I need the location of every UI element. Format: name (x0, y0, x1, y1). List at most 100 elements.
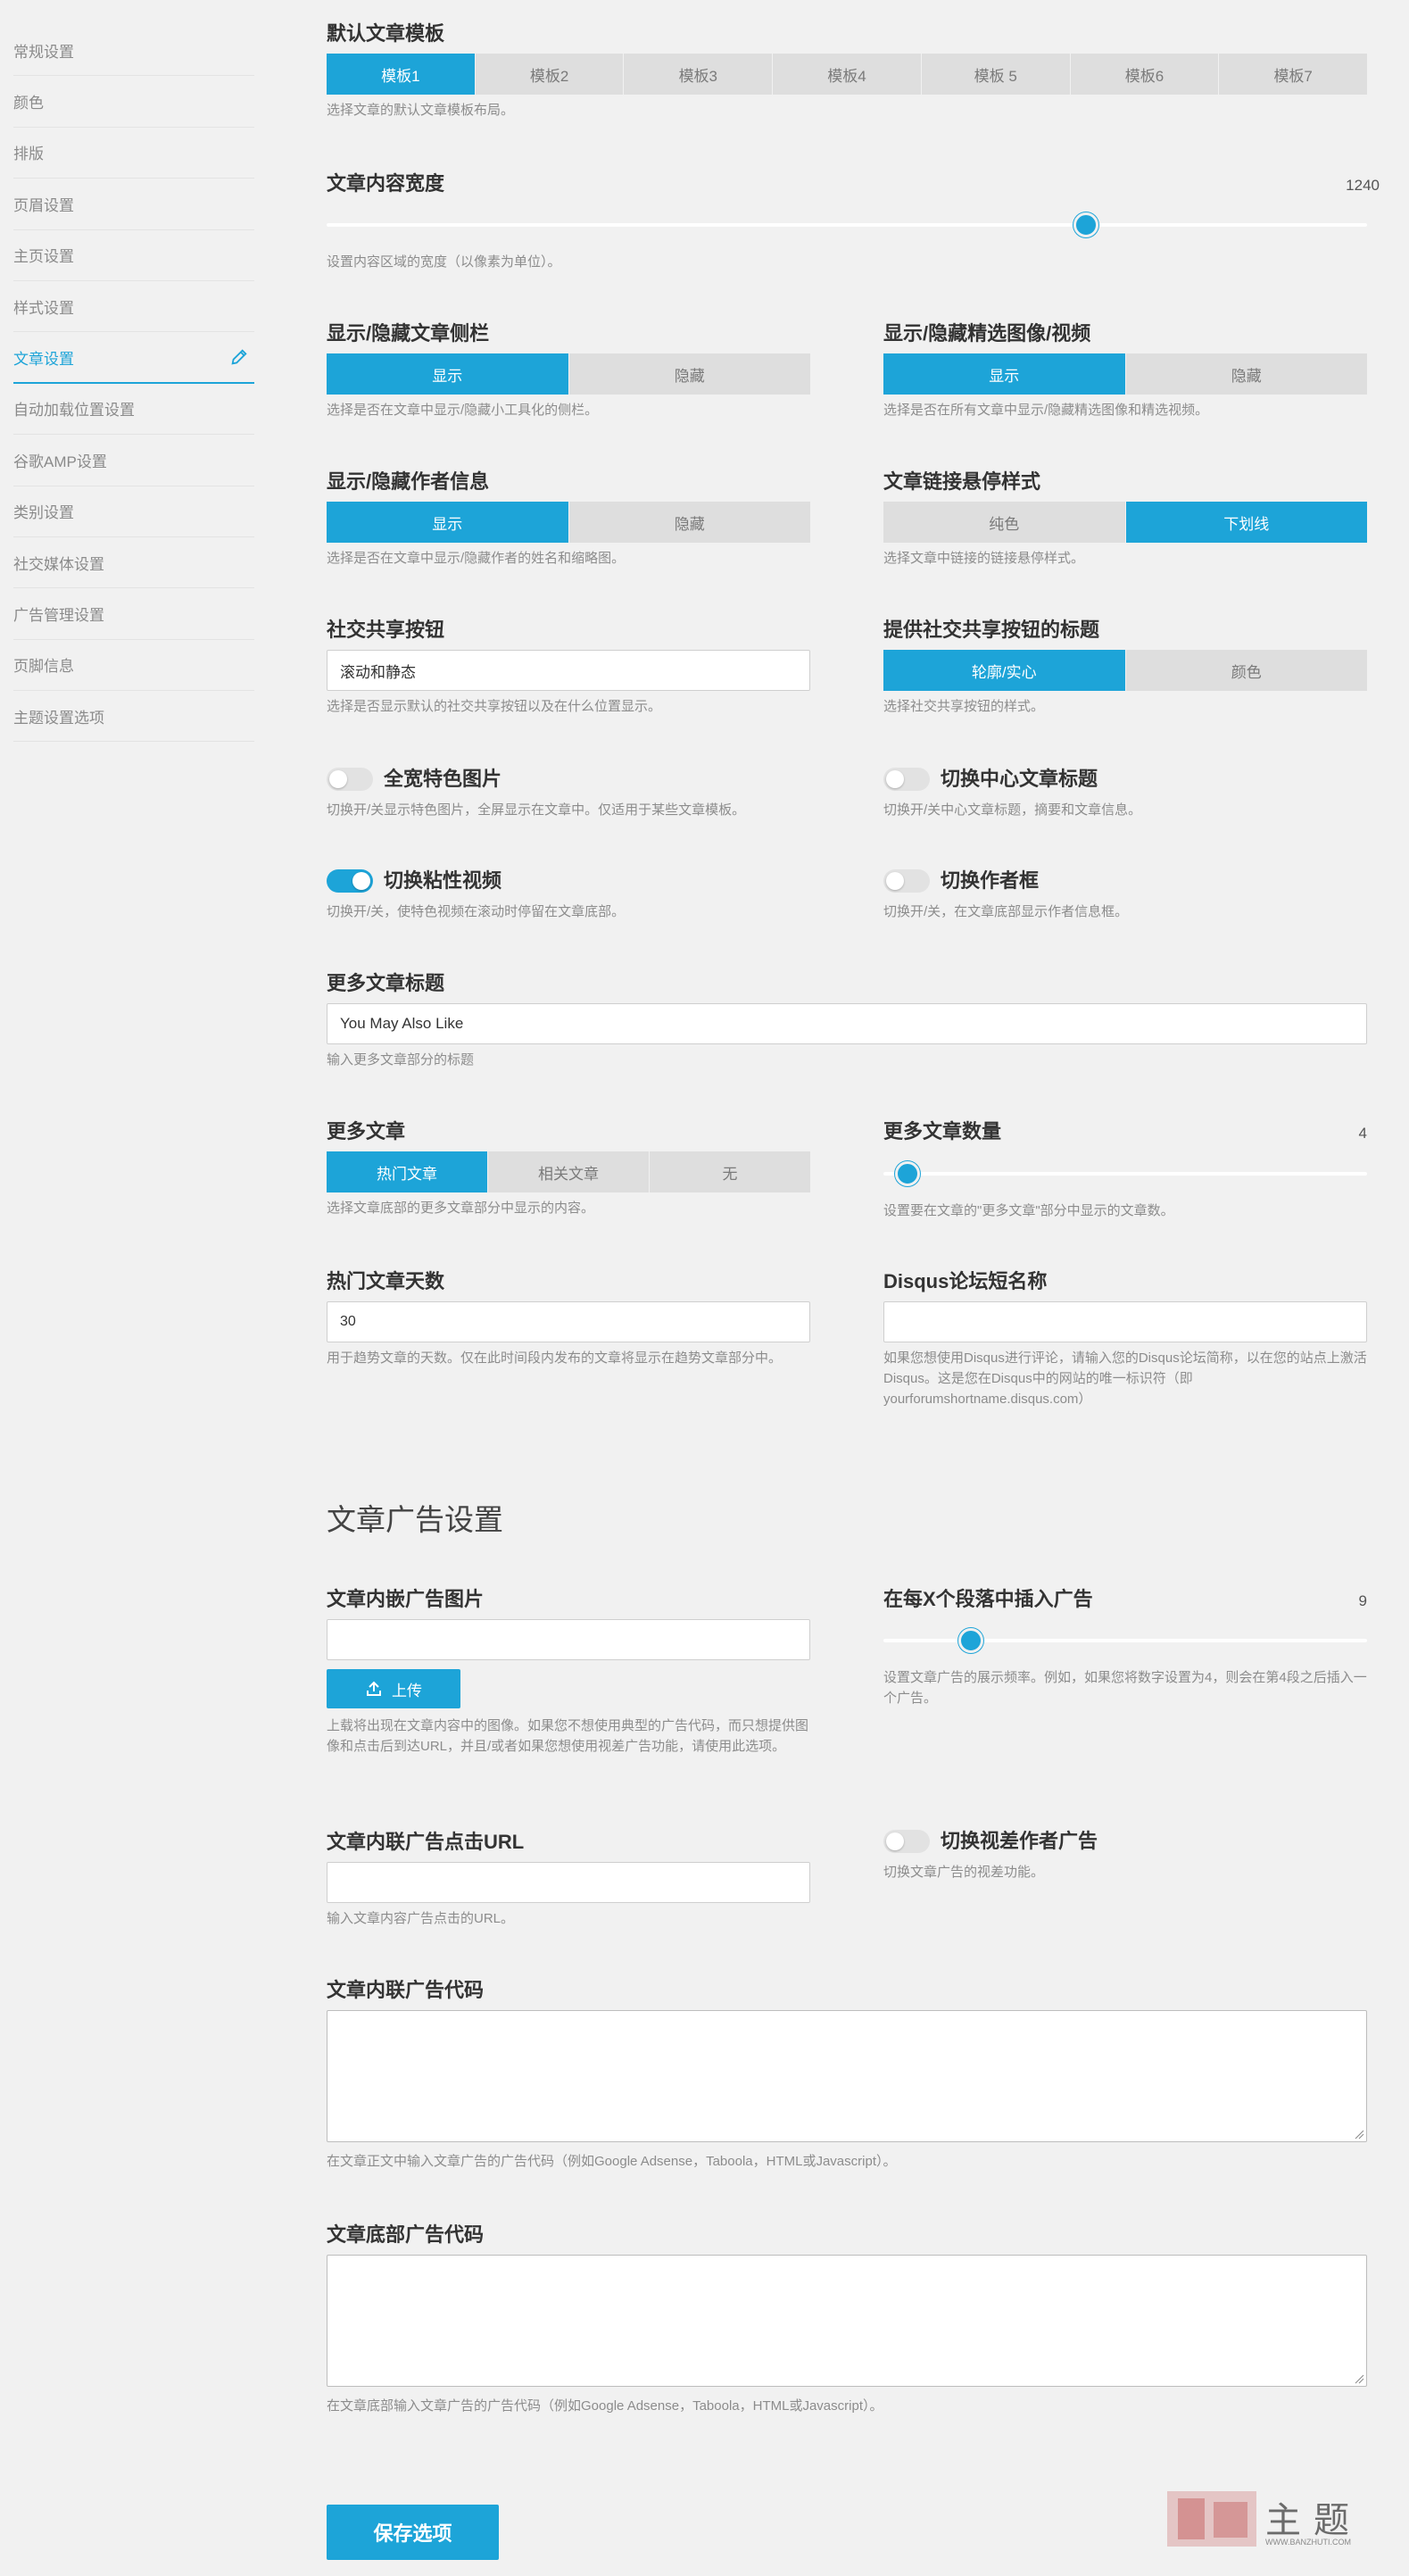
more-count-track[interactable] (883, 1172, 1367, 1176)
sidebar-item-general[interactable]: 常规设置 (13, 25, 254, 77)
sidebar-item-category[interactable]: 类别设置 (13, 486, 254, 537)
ad-every-handle[interactable] (957, 1628, 983, 1653)
template-option-2[interactable]: 模板2 (476, 54, 625, 95)
sidebar-item-label: 主题设置选项 (13, 709, 104, 727)
share-style-selector: 轮廓/实心 颜色 (883, 650, 1367, 691)
field-label: 更多文章 (327, 1120, 406, 1143)
share-style-outline[interactable]: 轮廓/实心 (883, 650, 1126, 691)
sticky-video-description: 切换开/关，使特色视频在滚动时停留在文章底部。 (327, 904, 626, 919)
toggle-knob (329, 770, 347, 788)
field-description: 选择文章底部的更多文章部分中显示的内容。 (327, 1201, 595, 1216)
more-posts-title-field: 更多文章标题 You May Also Like 输入更多文章部分的标题 (327, 971, 1367, 1070)
content-width-description: 设置内容区域的宽度（以像素为单位）。 (327, 254, 561, 270)
template-option-7[interactable]: 模板7 (1219, 54, 1367, 95)
link-hover-solid[interactable]: 纯色 (883, 502, 1126, 543)
inline-ad-code-field: 文章内联广告代码 在文章正文中输入文章广告的广告代码（例如Google Adse… (327, 1978, 1367, 2172)
ads-section-title: 文章广告设置 (327, 1503, 503, 1536)
field-description: 输入文章内容广告点击的URL。 (327, 1911, 515, 1926)
share-buttons-field: 社交共享按钮 滚动和静态 选择是否显示默认的社交共享按钮以及在什么位置显示。 (327, 618, 810, 717)
share-buttons-select[interactable]: 滚动和静态 (327, 650, 810, 691)
field-description: 选择文章的默认文章模板布局。 (327, 103, 515, 118)
disqus-input[interactable] (883, 1301, 1367, 1342)
sidebar-item-style[interactable]: 样式设置 (13, 281, 254, 333)
sidebar-item-social[interactable]: 社交媒体设置 (13, 537, 254, 589)
full-width-image-toggle[interactable] (327, 768, 373, 791)
field-description: 选择是否在文章中显示/隐藏作者的姓名和缩略图。 (327, 551, 626, 566)
template-option-3[interactable]: 模板3 (624, 54, 774, 95)
sidebar-item-homepage[interactable]: 主页设置 (13, 230, 254, 281)
sidebar-item-post-settings[interactable]: 文章设置 (13, 332, 254, 384)
center-title-toggle[interactable] (883, 768, 930, 791)
field-description: 选择是否显示默认的社交共享按钮以及在什么位置显示。 (327, 699, 662, 714)
ad-every-value: 9 (1358, 1592, 1367, 1609)
main-settings-panel: 默认文章模板 模板1 模板2 模板3 模板4 模板 5 模板6 模板7 选择文章… (327, 0, 1380, 2576)
post-sidebar-hide[interactable]: 隐藏 (569, 353, 811, 395)
author-info-selector: 显示 隐藏 (327, 502, 810, 543)
author-info-show[interactable]: 显示 (327, 502, 569, 543)
more-count-handle[interactable] (895, 1161, 921, 1186)
parallax-ad-toggle[interactable] (883, 1830, 930, 1853)
more-posts-title-input[interactable]: You May Also Like (327, 1003, 1367, 1044)
sidebar-item-header[interactable]: 页眉设置 (13, 179, 254, 230)
sidebar-item-label: 主页设置 (13, 248, 74, 266)
sidebar-item-theme-options[interactable]: 主题设置选项 (13, 691, 254, 743)
more-posts-popular[interactable]: 热门文章 (327, 1151, 488, 1192)
bottom-ad-code-textarea[interactable] (327, 2255, 1367, 2387)
hot-days-field: 热门文章天数 30 用于趋势文章的天数。仅在此时间段内发布的文章将显示在趋势文章… (327, 1269, 810, 1368)
sidebar-item-ads[interactable]: 广告管理设置 (13, 588, 254, 640)
more-posts-field: 更多文章 热门文章 相关文章 无 选择文章底部的更多文章部分中显示的内容。 (327, 1119, 810, 1218)
sidebar-item-label: 类别设置 (13, 504, 74, 522)
post-sidebar-selector: 显示 隐藏 (327, 353, 810, 395)
sidebar-item-autoload[interactable]: 自动加载位置设置 (13, 384, 254, 436)
sidebar-item-amp[interactable]: 谷歌AMP设置 (13, 435, 254, 486)
sidebar-item-typography[interactable]: 排版 (13, 128, 254, 179)
inline-ad-code-textarea[interactable] (327, 2010, 1367, 2142)
post-sidebar-show[interactable]: 显示 (327, 353, 569, 395)
upload-button[interactable]: 上传 (327, 1669, 460, 1708)
link-hover-underline[interactable]: 下划线 (1125, 502, 1367, 543)
template-option-1[interactable]: 模板1 (327, 54, 476, 95)
author-info-hide[interactable]: 隐藏 (569, 502, 811, 543)
field-label: 默认文章模板 (327, 22, 445, 45)
ad-every-label: 在每X个段落中插入广告 (883, 1588, 1093, 1610)
field-label: 显示/隐藏文章侧栏 (327, 322, 490, 345)
field-label: 显示/隐藏作者信息 (327, 470, 490, 493)
template-option-4[interactable]: 模板4 (773, 54, 922, 95)
parallax-ad-description: 切换文章广告的视差功能。 (883, 1865, 1045, 1880)
more-count-label: 更多文章数量 (883, 1120, 1002, 1143)
inline-ad-url-input[interactable] (327, 1862, 810, 1903)
field-description: 输入更多文章部分的标题 (327, 1052, 475, 1068)
link-hover-field: 文章链接悬停样式 纯色 下划线 选择文章中链接的链接悬停样式。 (883, 469, 1367, 569)
field-description: 在文章底部输入文章广告的广告代码（例如Google Adsense，Tabool… (327, 2398, 883, 2414)
ad-every-track[interactable] (883, 1639, 1367, 1642)
author-box-toggle[interactable] (883, 869, 930, 893)
field-label: 社交共享按钮 (327, 619, 445, 641)
field-label: Disqus论坛短名称 (883, 1270, 1048, 1292)
sidebar-item-label: 广告管理设置 (13, 606, 104, 624)
sidebar-item-label: 社交媒体设置 (13, 555, 104, 573)
share-style-color[interactable]: 颜色 (1126, 650, 1368, 691)
sidebar-item-colors[interactable]: 颜色 (13, 76, 254, 128)
inline-ad-image-input[interactable] (327, 1619, 810, 1660)
field-description: 选择文章中链接的链接悬停样式。 (883, 551, 1085, 566)
resize-grip-icon[interactable] (1354, 2373, 1364, 2384)
template-option-5[interactable]: 模板 5 (922, 54, 1071, 95)
content-width-track[interactable] (327, 223, 1367, 227)
more-posts-selector: 热门文章 相关文章 无 (327, 1151, 810, 1192)
bottom-ad-code-field: 文章底部广告代码 在文章底部输入文章广告的广告代码（例如Google Adsen… (327, 2223, 1367, 2416)
sidebar-item-footer[interactable]: 页脚信息 (13, 640, 254, 692)
template-field: 默认文章模板 模板1 模板2 模板3 模板4 模板 5 模板6 模板7 选择文章… (327, 21, 1367, 120)
sticky-video-toggle[interactable] (327, 869, 373, 893)
more-posts-none[interactable]: 无 (650, 1151, 810, 1192)
resize-grip-icon[interactable] (1354, 2129, 1364, 2140)
content-width-handle[interactable] (1073, 212, 1099, 237)
template-option-6[interactable]: 模板6 (1071, 54, 1220, 95)
link-hover-selector: 纯色 下划线 (883, 502, 1367, 543)
featured-media-field: 显示/隐藏精选图像/视频 显示 隐藏 选择是否在所有文章中显示/隐藏精选图像和精… (883, 321, 1367, 420)
featured-media-show[interactable]: 显示 (883, 353, 1126, 395)
upload-button-label: 上传 (392, 1682, 422, 1699)
hot-days-input[interactable]: 30 (327, 1301, 810, 1342)
save-button[interactable]: 保存选项 (327, 2505, 499, 2560)
featured-media-hide[interactable]: 隐藏 (1126, 353, 1368, 395)
more-posts-related[interactable]: 相关文章 (488, 1151, 650, 1192)
